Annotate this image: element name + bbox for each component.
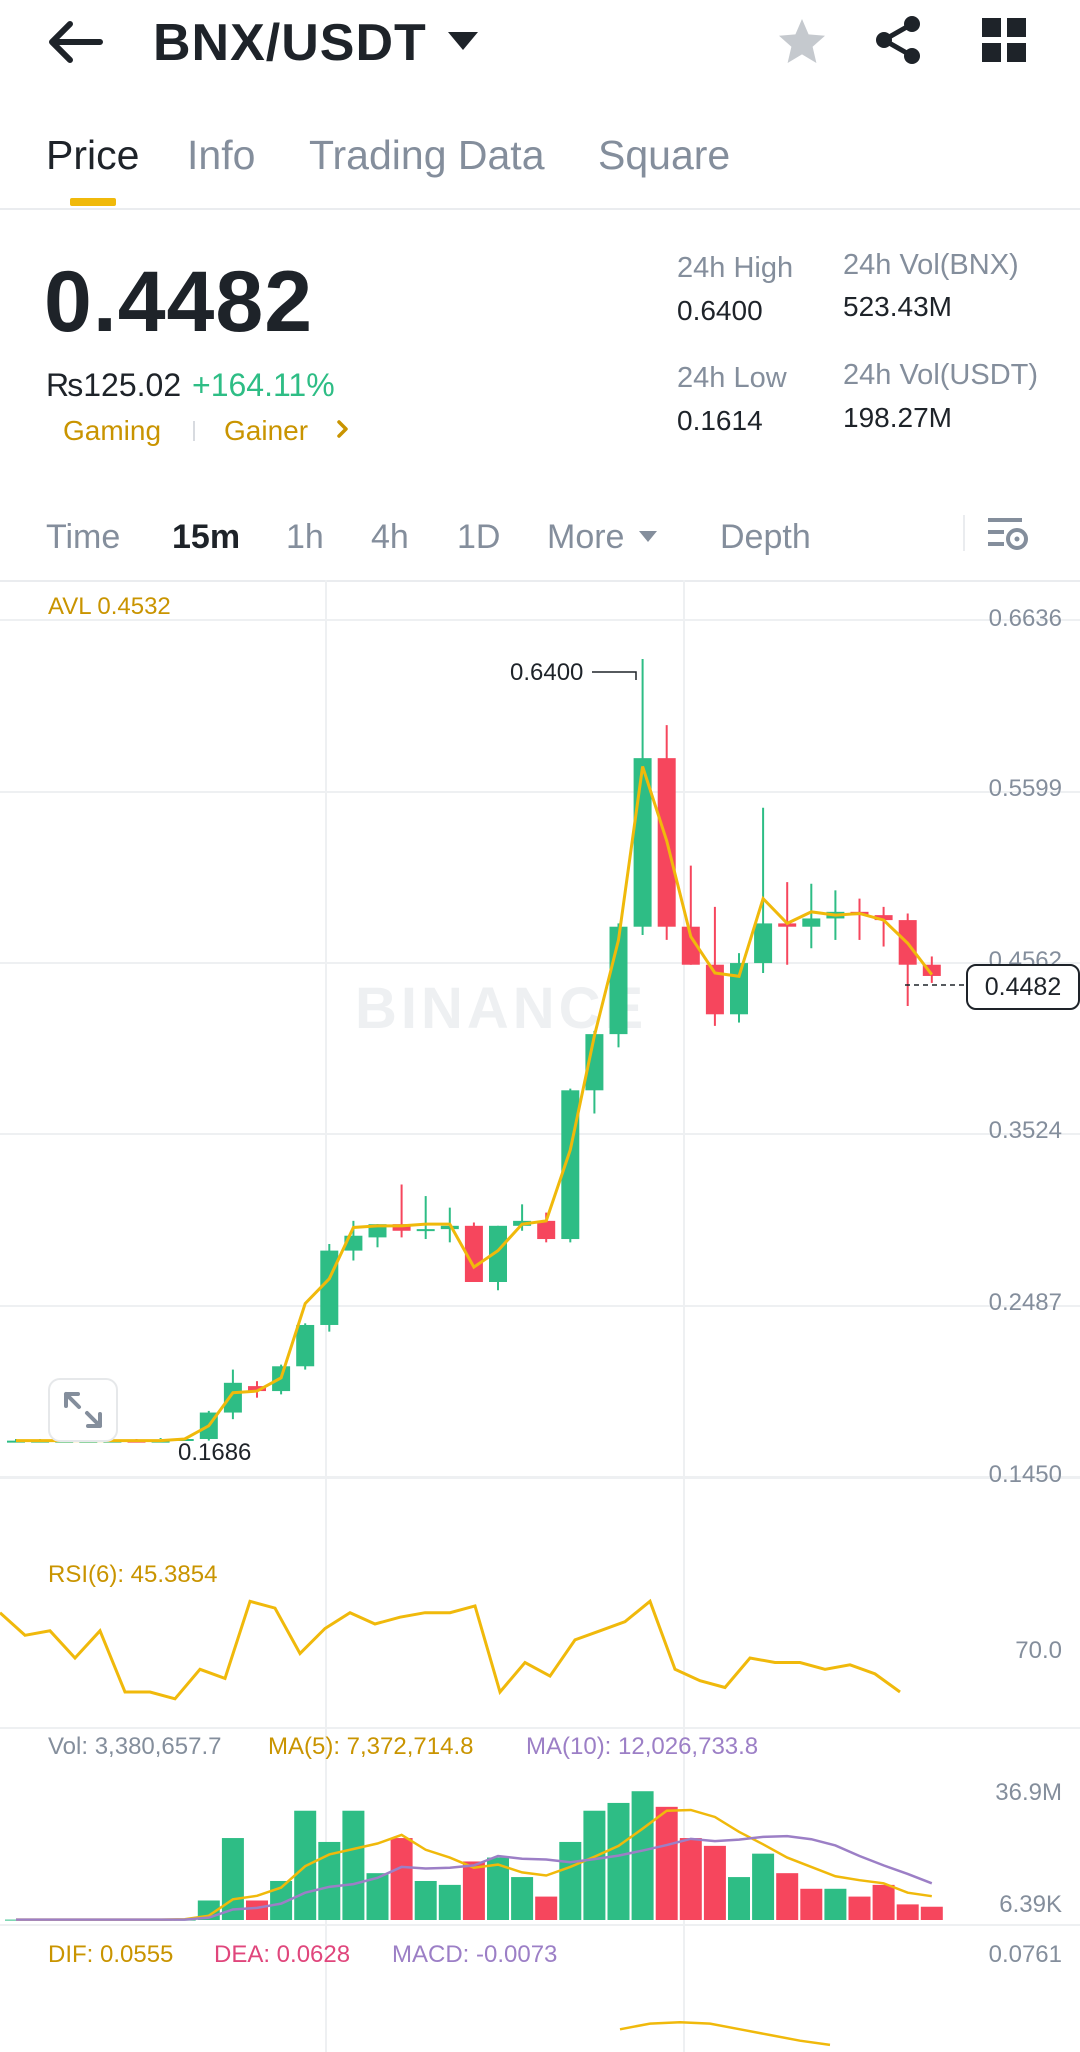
vol-tick-0: 36.9M (995, 1779, 1062, 1806)
price-chart[interactable]: AVL 0.4532 0.6636 0.5599 0.4562 0.3524 0… (0, 580, 1080, 2052)
avl-label: AVL 0.4532 (48, 593, 171, 620)
volume-bar (607, 1802, 630, 1920)
candle-body (802, 918, 821, 927)
macd-dif-label: DIF: 0.0555 (48, 1941, 173, 1968)
volume-bar (221, 1838, 244, 1920)
high-marker-label: 0.6400 (510, 659, 583, 686)
star-icon[interactable] (776, 16, 828, 68)
volume-bar (776, 1873, 799, 1920)
back-arrow-icon[interactable] (44, 18, 104, 66)
candle-body (320, 1250, 339, 1325)
price-change-percent: +164.11% (192, 367, 335, 403)
tab-info[interactable]: Info (187, 130, 255, 180)
rsi-label: RSI(6): 45.3854 (48, 1561, 217, 1588)
stat-24h-low: 0.1614 (677, 405, 763, 436)
volume-bar (824, 1888, 847, 1920)
chevron-right-icon[interactable] (336, 418, 350, 440)
candle-body (416, 1229, 435, 1232)
timeframe-separator (963, 515, 965, 551)
candle-body (296, 1324, 315, 1367)
tab-trading-data[interactable]: Trading Data (309, 130, 545, 180)
timeframe-4h[interactable]: 4h (371, 516, 409, 558)
stat-24h-vol-base: 523.43M (843, 291, 952, 322)
y-tick-0: 0.6636 (989, 605, 1062, 632)
candle-body (223, 1382, 242, 1413)
volume-bar (728, 1877, 750, 1920)
y-tick-1: 0.5599 (989, 775, 1062, 802)
macd-dea-label: DEA: 0.0628 (214, 1941, 350, 1968)
grid-icon[interactable] (982, 18, 1026, 62)
timeframe-more[interactable]: More (547, 516, 624, 558)
dropdown-caret-icon[interactable] (446, 30, 480, 54)
stat-24h-vol-base-label: 24h Vol(BNX) (843, 249, 1019, 281)
volume-bar (655, 1806, 678, 1920)
active-tab-indicator (70, 198, 116, 206)
share-icon[interactable] (872, 14, 924, 66)
stat-24h-vol-quote-label: 24h Vol(USDT) (843, 359, 1039, 391)
volume-bar (583, 1810, 606, 1920)
volume-bar (342, 1810, 365, 1920)
last-price: 0.4482 (44, 254, 314, 350)
stat-24h-high-label: 24h High (677, 252, 794, 284)
tab-square[interactable]: Square (598, 130, 730, 180)
rsi-line (0, 1598, 901, 1701)
volume-bar (559, 1841, 582, 1920)
macd-dif-line (619, 2020, 831, 2047)
tag-gainer[interactable]: Gainer (224, 413, 308, 449)
volume-bar (246, 1900, 268, 1920)
volume-bar (800, 1888, 823, 1920)
low-marker-label: 0.1686 (178, 1439, 251, 1466)
volume-bar (703, 1845, 726, 1920)
timeframe-depth[interactable]: Depth (720, 516, 811, 558)
timeframe-time[interactable]: Time (46, 516, 120, 558)
volume-bar (462, 1861, 485, 1920)
volume-bar (848, 1896, 871, 1920)
volume-bar (438, 1884, 461, 1920)
tag-separator (193, 421, 195, 441)
volume-bar (679, 1838, 702, 1920)
macd-tick: 0.0761 (989, 1941, 1062, 1968)
y-tick-4: 0.2487 (989, 1289, 1062, 1316)
macd-value-label: MACD: -0.0073 (392, 1941, 557, 1968)
timeframe-15m[interactable]: 15m (172, 516, 240, 558)
stat-24h-vol-quote: 198.27M (843, 402, 952, 433)
volume-bar (390, 1838, 413, 1920)
y-tick-3: 0.3524 (989, 1117, 1062, 1144)
candle-body (730, 963, 748, 1015)
more-caret-icon[interactable] (638, 530, 658, 544)
vol-ma5-label: MA(5): 7,372,714.8 (268, 1733, 473, 1760)
candle-body (537, 1220, 556, 1240)
timeframe-1h[interactable]: 1h (286, 516, 324, 558)
expand-icon (64, 1392, 102, 1428)
timeframe-1d[interactable]: 1D (457, 516, 500, 558)
candle-body (754, 923, 773, 964)
volume-bar (752, 1853, 775, 1920)
y-tick-5: 0.1450 (989, 1461, 1062, 1488)
fiat-price: ₨125.02 (46, 367, 182, 403)
vol-label: Vol: 3,380,657.7 (48, 1733, 221, 1760)
chart-settings-icon[interactable] (986, 514, 1030, 554)
volume-bar (872, 1884, 895, 1920)
volume-bar (896, 1904, 919, 1920)
expand-chart-button[interactable] (48, 1378, 118, 1442)
stat-24h-high: 0.6400 (677, 295, 763, 326)
volume-bar (414, 1880, 437, 1920)
tag-gaming[interactable]: Gaming (63, 413, 161, 449)
high-marker-line (592, 671, 637, 680)
pair-title[interactable]: BNX/USDT (153, 8, 427, 78)
vol-tick-1: 6.39K (999, 1891, 1062, 1918)
volume-bar (511, 1877, 534, 1920)
volume-bar (535, 1896, 558, 1920)
tabs-divider (0, 208, 1080, 210)
tab-price[interactable]: Price (46, 130, 139, 180)
volume-bar (920, 1906, 943, 1920)
stat-24h-low-label: 24h Low (677, 362, 787, 394)
last-price-tag: 0.4482 (966, 964, 1080, 1010)
rsi-tick: 70.0 (1015, 1637, 1062, 1664)
ma-line (16, 765, 933, 1443)
vol-ma10-label: MA(10): 12,026,733.8 (526, 1733, 758, 1760)
volume-bar (631, 1791, 654, 1920)
